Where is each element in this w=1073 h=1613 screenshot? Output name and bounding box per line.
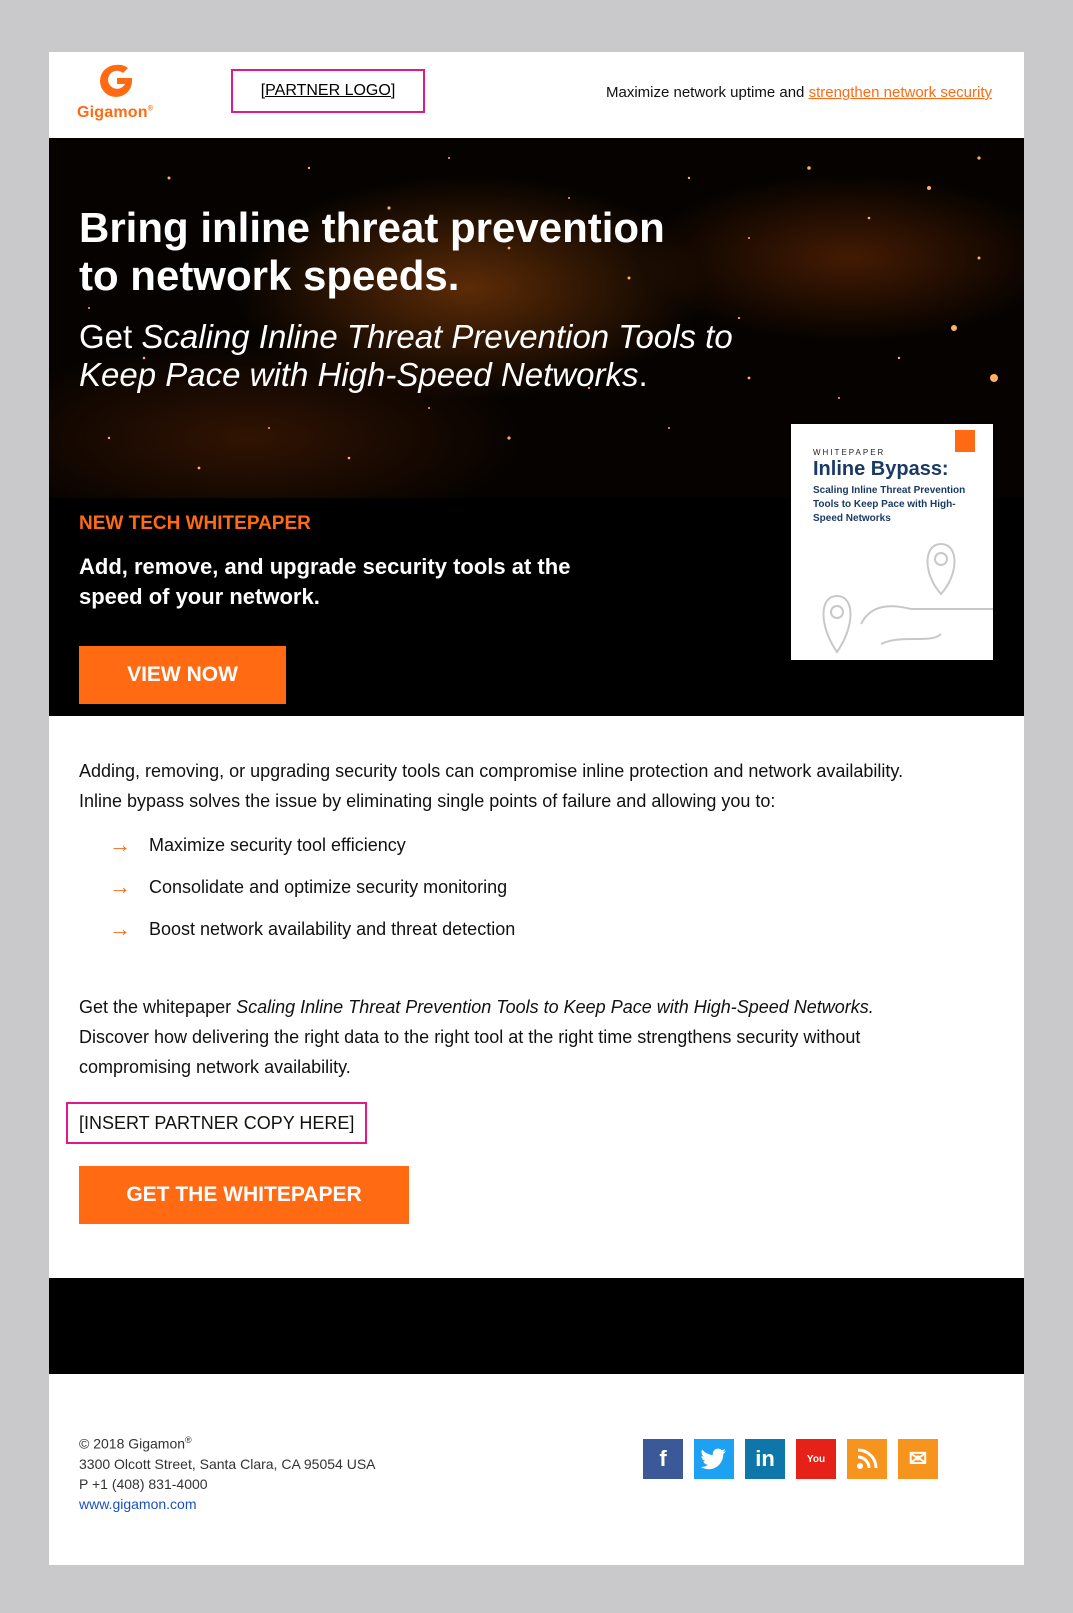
youtube-icon[interactable]: You [796,1439,836,1479]
arrow-right-icon: → [109,874,131,899]
view-now-button[interactable]: VIEW NOW [79,646,286,704]
list-item: → Consolidate and optimize security monit… [109,874,508,899]
arrow-right-icon: → [109,832,131,857]
outro-paragraph: Get the whitepaper Scaling Inline Threat… [79,997,874,1077]
list-item: → Maximize security tool efficiency [109,832,406,857]
facebook-icon[interactable]: f [643,1439,683,1479]
tagline-link[interactable]: strengthen network security [809,84,992,101]
hero-description: Add, remove, and upgrade security tools … [79,554,571,609]
intro-paragraph: Adding, removing, or upgrading security … [79,761,904,811]
email-container: Gigamon® [PARTNER LOGO] Maximize network… [49,52,1024,1565]
partner-copy-placeholder: [INSERT PARTNER COPY HERE] [66,1102,368,1144]
social-icons: f in You ✉ [643,1439,949,1479]
email-header: Gigamon® [PARTNER LOGO] Maximize network… [49,52,1024,138]
hero-subheadline: Get Scaling Inline Threat Prevention Too… [79,318,733,393]
gigamon-logo[interactable]: Gigamon® [77,62,177,128]
phone: P +1 (408) 831-4000 [79,1475,208,1492]
hero-headline: Bring inline threat prevention to network… [79,204,665,299]
map-pin-illustration-icon [822,542,993,654]
cover-subtitle: Scaling Inline Threat Prevention Tools t… [813,485,966,524]
website-link[interactable]: www.gigamon.com [79,1494,376,1514]
cover-logo-badge-icon [955,430,975,452]
hero-section: Bring inline threat prevention to network… [49,138,1024,716]
copyright: © 2018 Gigamon® [79,1435,192,1452]
cover-title: Inline Bypass: [813,458,949,480]
partner-logo-placeholder: [PARTNER LOGO] [231,69,425,113]
get-whitepaper-button[interactable]: GET THE WHITEPAPER [79,1166,409,1224]
whitepaper-label: NEW TECH WHITEPAPER [79,513,311,534]
linkedin-icon[interactable]: in [745,1439,785,1479]
footer-info: © 2018 Gigamon® 3300 Olcott Street, Sant… [79,1430,376,1514]
benefits-list: → Maximize security tool efficiency → Cons… [109,824,515,950]
email-icon[interactable]: ✉ [898,1439,938,1479]
twitter-icon[interactable] [694,1439,734,1479]
tagline-text: Maximize network uptime and [605,84,805,101]
list-item: → Boost network availability and threat d… [109,916,516,941]
header-tagline: Maximize network uptime and strengthen n… [606,84,992,101]
cover-kicker: WHITEPAPER [813,448,886,457]
whitepaper-cover[interactable]: WHITEPAPER Inline Bypass: Scaling Inline… [791,424,993,660]
rss-icon[interactable] [847,1439,887,1479]
black-band [49,1278,1024,1374]
gigamon-wordmark: Gigamon® [77,104,154,121]
gigamon-logo-mark-icon [100,64,132,97]
address: 3300 Olcott Street, Santa Clara, CA 9505… [79,1455,376,1472]
arrow-right-icon: → [109,916,131,941]
